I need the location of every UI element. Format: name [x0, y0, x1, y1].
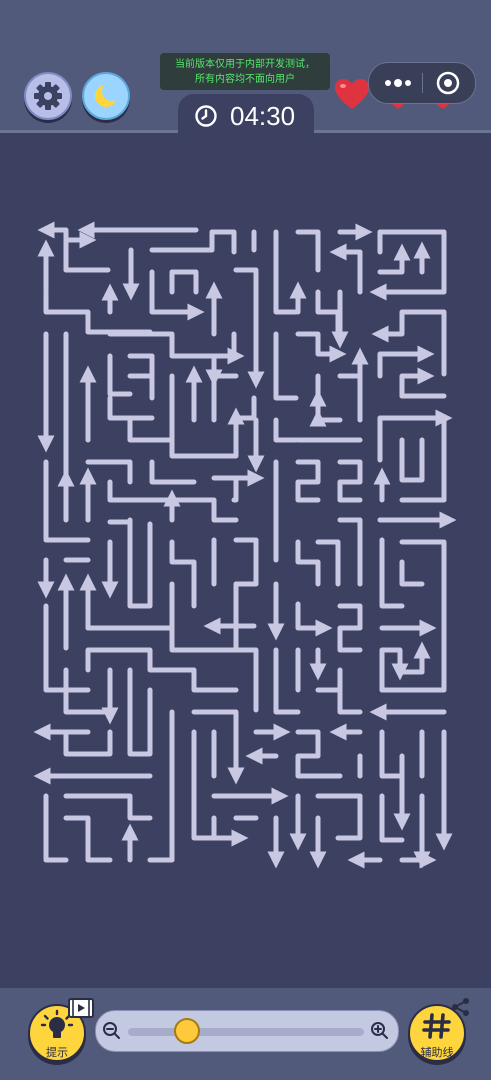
maze-path [107, 353, 133, 397]
maze-path [43, 289, 153, 335]
maze-path [85, 459, 133, 485]
maze-path [273, 647, 301, 715]
maze-path [107, 479, 133, 503]
maze-path [295, 729, 343, 779]
maze-arrow-path [211, 815, 249, 847]
maze-arrow-path [377, 243, 411, 275]
maze-path [379, 539, 447, 693]
maze-path [211, 537, 259, 653]
maze-path [315, 539, 341, 587]
maze-arrow-path [377, 409, 453, 463]
maze-arrow-path [309, 409, 343, 427]
maze-path [379, 729, 405, 779]
zoom-slider[interactable] [95, 1010, 399, 1052]
maze-arrow-path [37, 221, 69, 273]
maze-path [295, 539, 321, 587]
maze-path [337, 517, 363, 587]
maze-path [63, 793, 153, 821]
maze-path [127, 667, 153, 757]
hint-label: 提示 [46, 1047, 68, 1059]
maze-path [127, 497, 239, 523]
maze-path [377, 229, 447, 293]
maze-arrow-path [377, 345, 435, 379]
maze-path [399, 559, 425, 587]
maze-arrow-path [379, 647, 409, 693]
maze-path [127, 353, 155, 379]
maze-path [273, 331, 299, 401]
maze-path [191, 709, 239, 735]
guide-lines-label: 辅助线 [420, 1047, 454, 1059]
zoom-slider-knob[interactable] [174, 1018, 200, 1044]
maze-path [273, 417, 299, 443]
maze-path [273, 229, 299, 315]
maze-arrow-path [371, 309, 425, 343]
maze-path [295, 229, 321, 273]
maze-path [399, 437, 425, 483]
maze-path [63, 815, 113, 863]
maze-path [337, 667, 363, 715]
maze-path [107, 395, 155, 421]
maze-path [337, 603, 363, 653]
maze-path [63, 729, 113, 757]
maze-path [149, 459, 197, 485]
maze-path [379, 537, 405, 609]
maze-arrow-path [169, 373, 245, 459]
maze-path [315, 289, 341, 335]
maze-path [147, 709, 175, 863]
maze-path [295, 459, 321, 503]
maze-arrow-path [295, 601, 333, 637]
maze-arrow-path [337, 347, 369, 379]
video-icon [68, 998, 94, 1018]
maze-arrow-path [205, 369, 239, 387]
maze-path [127, 517, 153, 609]
maze-path [149, 229, 237, 255]
maze-path [107, 331, 239, 359]
maze-path [419, 309, 447, 377]
maze-path [233, 395, 257, 421]
maze-path [379, 793, 405, 843]
maze-board[interactable] [0, 0, 491, 1080]
maze-path [169, 539, 197, 609]
maze-path [191, 729, 217, 841]
maze-arrow-path [211, 347, 245, 423]
maze-path [169, 269, 199, 295]
maze-path [315, 793, 363, 841]
maze-arrow-path [399, 367, 435, 399]
maze-arrow-path [329, 243, 363, 295]
maze-path [127, 415, 175, 443]
zoom-track [128, 1028, 364, 1036]
zoom-out-icon[interactable] [102, 1021, 122, 1041]
share-icon[interactable] [450, 996, 472, 1018]
maze-arrow-path [211, 478, 256, 503]
maze-arrow-path [295, 331, 347, 363]
zoom-in-icon[interactable] [370, 1021, 390, 1041]
maze-path [337, 459, 363, 503]
maze-arrow-path [63, 231, 111, 273]
maze-path [43, 793, 69, 863]
